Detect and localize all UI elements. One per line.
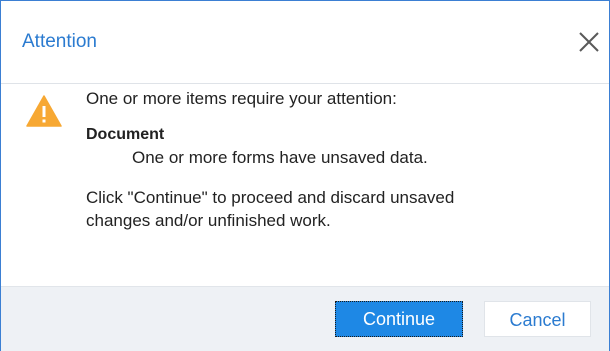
intro-text: One or more items require your attention… xyxy=(86,89,397,108)
dialog-title: Attention xyxy=(22,31,97,52)
warning-icon xyxy=(26,95,62,127)
header-divider xyxy=(1,83,609,84)
cancel-button[interactable]: Cancel xyxy=(484,301,591,337)
section-detail: One or more forms have unsaved data. xyxy=(132,148,428,167)
dialog-header: Attention xyxy=(1,1,609,83)
instructions-line-1: Click "Continue" to proceed and discard … xyxy=(86,188,455,207)
close-icon xyxy=(579,32,599,52)
continue-button[interactable]: Continue xyxy=(335,301,463,337)
instructions-line-2: changes and/or unfinished work. xyxy=(86,211,331,230)
section-heading: Document xyxy=(86,126,165,143)
dialog-footer: Continue Cancel xyxy=(1,286,609,351)
close-button[interactable] xyxy=(573,26,605,58)
attention-dialog: Attention One or more items require your… xyxy=(0,0,610,351)
